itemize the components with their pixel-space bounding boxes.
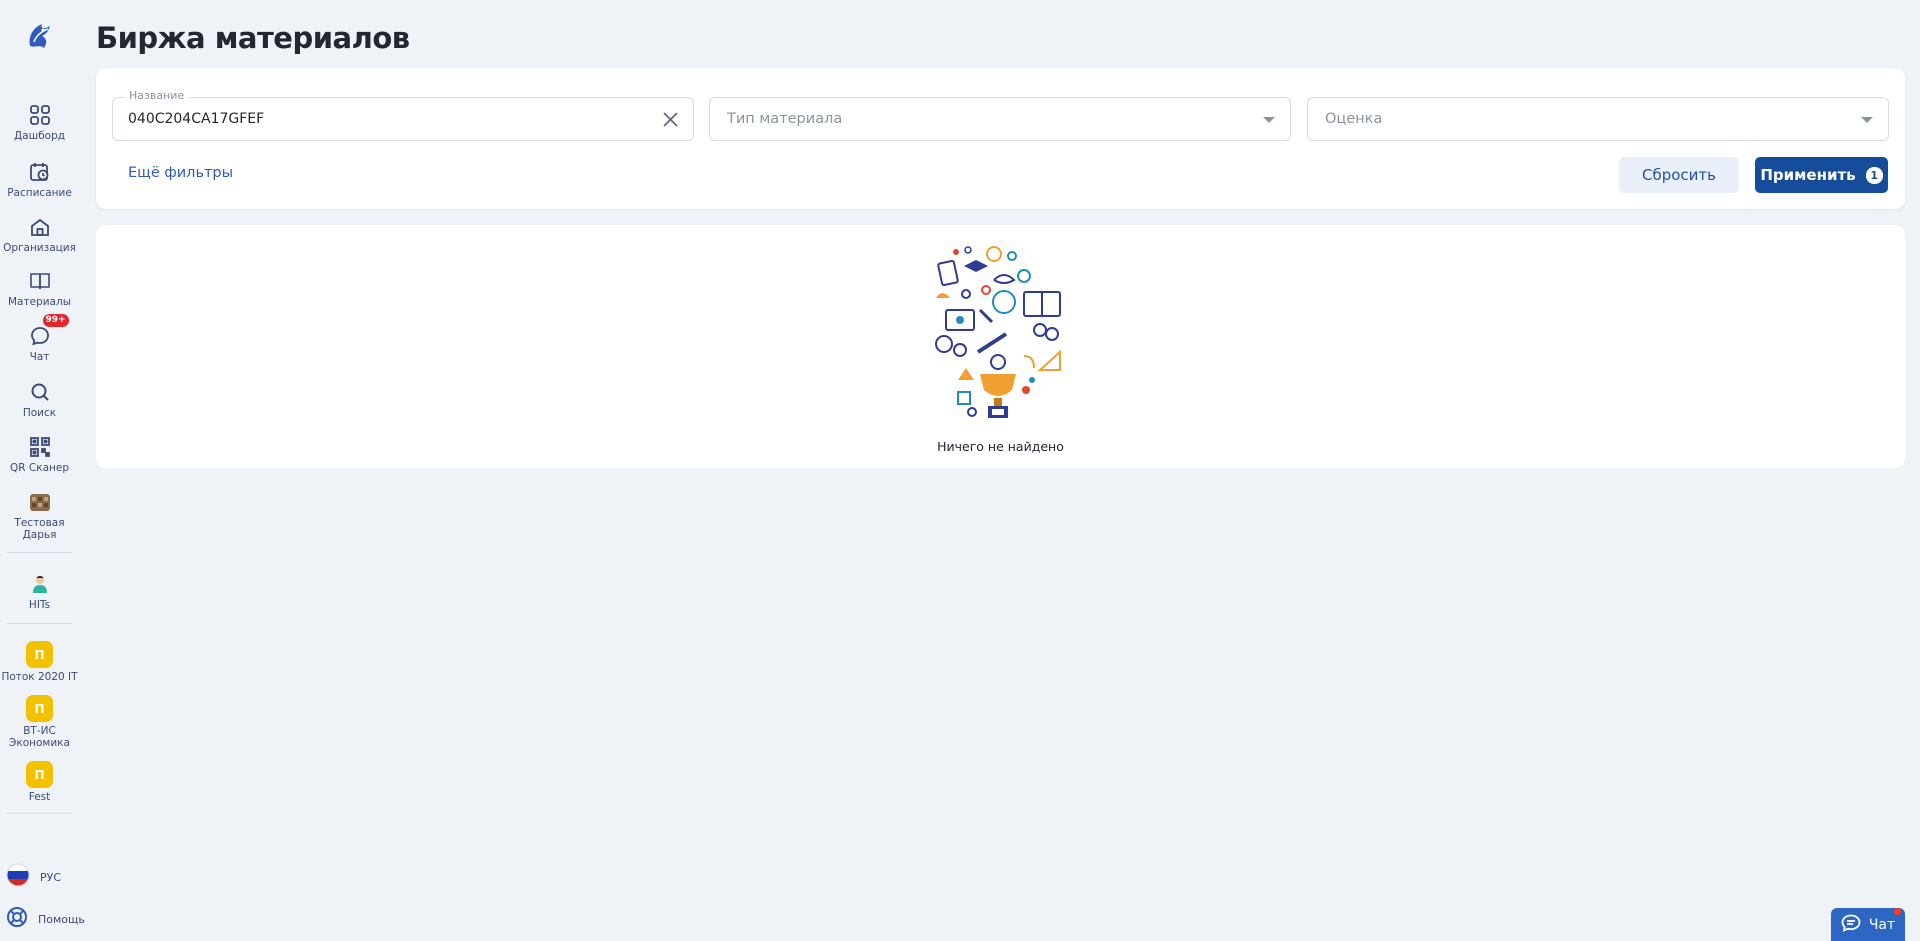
qr-icon (28, 435, 52, 459)
active-filters-count-badge: 1 (1865, 166, 1883, 184)
empty-state-illustration (928, 240, 1073, 422)
sidebar-item-qr-scanner[interactable]: QR Сканер (0, 435, 79, 474)
name-field-legend: Название (125, 89, 189, 102)
organization-icon (28, 215, 52, 239)
sidebar-divider (7, 552, 72, 553)
rating-placeholder: Оценка (1325, 111, 1383, 127)
help-link[interactable]: Помощь (6, 906, 85, 932)
sidebar-item-search[interactable]: Поиск (0, 380, 79, 419)
sidebar: Дашборд Расписание Организация Материалы (0, 0, 85, 941)
sidebar-item-label: Поиск (22, 407, 57, 419)
rating-select[interactable]: Оценка (1307, 97, 1889, 141)
russia-flag-icon (6, 863, 30, 891)
sidebar-item-fest[interactable]: П Fest (0, 761, 79, 803)
dashboard-icon (28, 103, 52, 127)
help-label: Помощь (38, 912, 85, 926)
sidebar-item-chat[interactable]: 99+ Чат (0, 314, 79, 363)
search-icon (28, 380, 52, 404)
clear-icon[interactable] (662, 111, 679, 128)
sidebar-item-organization[interactable]: Организация (0, 215, 79, 254)
sidebar-item-hits[interactable]: HITs (0, 572, 79, 611)
sidebar-divider (7, 623, 72, 624)
name-field[interactable]: Название 040C204CA17GFEF (112, 89, 694, 141)
language-switcher[interactable]: РУС (6, 863, 61, 891)
language-label: РУС (40, 870, 62, 884)
app-logo-icon[interactable] (22, 18, 58, 54)
stream-letter-icon: П (26, 641, 53, 668)
sidebar-item-label: Тестовая Дарья (14, 517, 65, 541)
sidebar-item-label: Материалы (8, 296, 71, 308)
sidebar-item-label: Fest (28, 791, 51, 803)
filter-panel: Название 040C204CA17GFEF Тип материала О… (96, 68, 1905, 209)
unread-badge: 99+ (42, 314, 69, 327)
chevron-down-icon[interactable] (1861, 117, 1873, 123)
stream-letter-icon: П (26, 761, 53, 788)
sidebar-item-stream-2020-it[interactable]: П Поток 2020 IT (0, 641, 79, 683)
material-type-select[interactable]: Тип материала (709, 97, 1291, 141)
chat-icon: 99+ (28, 314, 69, 348)
sidebar-item-dashboard[interactable]: Дашборд (0, 103, 79, 142)
notification-dot (1894, 908, 1901, 915)
name-field-value[interactable]: 040C204CA17GFEF (128, 111, 264, 127)
chat-widget-button[interactable]: Чат (1831, 908, 1905, 941)
sidebar-item-label: HITs (28, 599, 51, 611)
schedule-icon (28, 160, 52, 184)
sidebar-item-label: ВТ-ИС Экономика (9, 725, 70, 749)
sidebar-item-vt-is-economics[interactable]: П ВТ-ИС Экономика (0, 695, 79, 749)
sidebar-item-label: Дашборд (13, 130, 66, 142)
sidebar-item-label: Чат (29, 351, 50, 363)
stream-letter-icon: П (26, 695, 53, 722)
chat-bubble-icon (1841, 914, 1861, 936)
sidebar-item-label: Поток 2020 IT (1, 671, 78, 683)
more-filters-link[interactable]: Ещё фильтры (128, 165, 233, 181)
reset-button[interactable]: Сбросить (1619, 157, 1739, 193)
sidebar-item-label: Расписание (7, 187, 72, 199)
sidebar-item-label: Организация (3, 242, 76, 254)
chevron-down-icon[interactable] (1263, 117, 1275, 123)
apply-button-label: Применить (1760, 166, 1856, 184)
sidebar-item-materials[interactable]: Материалы (0, 269, 79, 308)
sidebar-item-schedule[interactable]: Расписание (0, 160, 79, 199)
sidebar-item-test-org[interactable]: Тестовая Дарья (0, 490, 79, 541)
hits-icon (28, 572, 52, 596)
empty-state-message: Ничего не найдено (937, 439, 1064, 454)
sidebar-divider (7, 813, 72, 814)
results-panel: Ничего не найдено (96, 225, 1905, 468)
reset-button-label: Сбросить (1642, 166, 1716, 184)
chat-widget-label: Чат (1868, 916, 1896, 933)
sidebar-item-label: QR Сканер (10, 462, 69, 474)
org-avatar-icon (28, 490, 52, 514)
book-icon (28, 269, 52, 293)
lifebuoy-icon (6, 906, 28, 932)
page-title: Биржа материалов (96, 21, 410, 55)
material-type-placeholder: Тип материала (727, 111, 843, 127)
apply-button[interactable]: Применить 1 (1755, 157, 1888, 193)
